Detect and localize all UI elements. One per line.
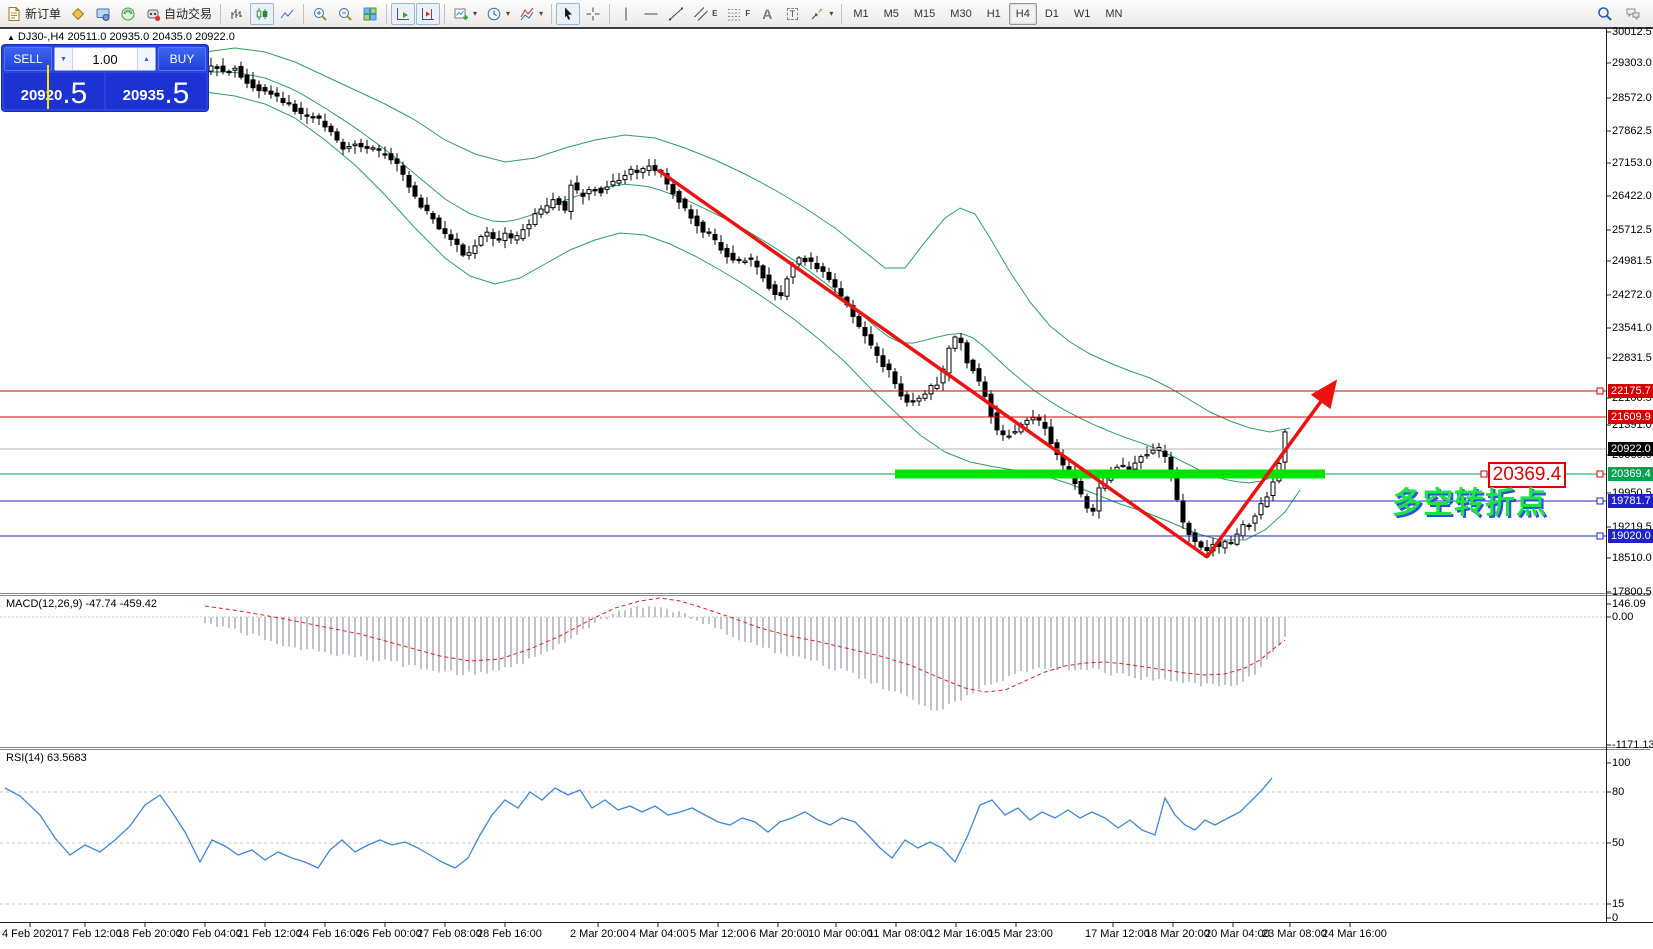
price-axis-tick: 23541.0 [1612, 322, 1652, 334]
turning-point-annotation[interactable]: 多空转折点 [1392, 478, 1547, 522]
price-axis-tick: 29303.0 [1612, 57, 1652, 69]
volume-increase-button[interactable]: ▲ [137, 48, 155, 70]
time-axis-label: 27 Feb 08:00 [417, 928, 482, 940]
price-level-label: 22175.7 [1608, 384, 1653, 398]
buy-price[interactable]: 20935.5 [106, 73, 206, 109]
time-axis-label: 20 Feb 04:00 [177, 928, 242, 940]
time-axis-label: 17 Mar 12:00 [1085, 928, 1150, 940]
buy-price-main: 20935 [123, 88, 165, 103]
macd-indicator-label: MACD(12,26,9) -47.74 -459.42 [6, 598, 157, 610]
sell-button[interactable]: SELL [4, 47, 52, 71]
time-axis-label: 20 Mar 04:00 [1205, 928, 1270, 940]
buy-price-frac: .5 [164, 82, 189, 106]
time-axis-label: 5 Mar 12:00 [690, 928, 749, 940]
time-axis-label: 4 Feb 2020 [2, 928, 58, 940]
price-axis-tick: 28572.0 [1612, 92, 1652, 104]
sell-price-main: 20920 [21, 88, 63, 103]
macd-axis-tick: -1171.13 [1612, 739, 1653, 751]
chart-title: ▲DJ30-,H4 20511.0 20935.0 20435.0 20922.… [7, 31, 235, 43]
price-axis-tick: 25712.5 [1612, 224, 1652, 236]
yellow-vertical-line [47, 65, 49, 109]
mt4-terminal-window: 新订单 自动交易 [0, 0, 1653, 949]
time-axis-label: 6 Mar 20:00 [750, 928, 809, 940]
time-axis-label: 28 Feb 16:00 [477, 928, 542, 940]
time-axis-label: 26 Feb 00:00 [357, 928, 422, 940]
price-axis-tick: 22831.5 [1612, 352, 1652, 364]
price-axis-tick: 26422.0 [1612, 190, 1652, 202]
volume-stepper: ▼ 1.00 ▲ [54, 47, 156, 71]
time-axis-label: 10 Mar 00:00 [808, 928, 873, 940]
time-axis-label: 21 Feb 12:00 [237, 928, 302, 940]
time-axis-label: 2 Mar 20:00 [570, 928, 629, 940]
chart-title-text: DJ30-,H4 20511.0 20935.0 20435.0 20922.0 [18, 31, 235, 43]
time-axis-label: 23 Mar 08:00 [1262, 928, 1327, 940]
price-level-label: 21609.9 [1608, 410, 1653, 424]
trade-prices-row: 20920.5 20935.5 [4, 73, 206, 109]
macd-axis-tick: 146.09 [1612, 598, 1646, 610]
sell-price-frac: .5 [62, 82, 87, 106]
time-axis-label: 17 Feb 12:00 [57, 928, 122, 940]
price-level-label: 19781.7 [1608, 494, 1653, 508]
price-level-label: 19020.0 [1608, 529, 1653, 543]
rsi-axis-tick: 80 [1612, 786, 1624, 798]
time-axis-label: 12 Mar 16:00 [928, 928, 993, 940]
sell-price[interactable]: 20920.5 [4, 73, 104, 109]
volume-value[interactable]: 1.00 [73, 48, 137, 70]
time-axis-label: 18 Feb 20:00 [117, 928, 182, 940]
chart-surface[interactable] [0, 0, 1653, 949]
rsi-axis-tick: 0 [1612, 912, 1618, 924]
rsi-axis-tick: 50 [1612, 837, 1624, 849]
price-axis-tick: 24272.0 [1612, 289, 1652, 301]
price-level-label: 20922.0 [1608, 442, 1653, 456]
symbol-marker-icon: ▲ [7, 33, 15, 42]
rsi-axis-tick: 100 [1612, 757, 1630, 769]
price-axis-tick: 17800.5 [1612, 586, 1652, 598]
rsi-axis-tick: 15 [1612, 898, 1624, 910]
time-axis-label: 24 Feb 16:00 [297, 928, 362, 940]
buy-button[interactable]: BUY [158, 47, 206, 71]
trade-controls-row: SELL ▼ 1.00 ▲ BUY [4, 47, 206, 71]
volume-decrease-button[interactable]: ▼ [55, 48, 73, 70]
one-click-trading-panel: SELL ▼ 1.00 ▲ BUY 20920.5 20935.5 [2, 45, 208, 111]
macd-axis-tick: 0.00 [1612, 611, 1633, 623]
time-axis-label: 15 Mar 23:00 [988, 928, 1053, 940]
price-level-label: 20369.4 [1608, 467, 1653, 481]
price-axis-tick: 27862.5 [1612, 125, 1652, 137]
time-axis-label: 18 Mar 20:00 [1145, 928, 1210, 940]
price-axis-tick: 27153.0 [1612, 157, 1652, 169]
time-axis-label: 11 Mar 08:00 [868, 928, 932, 940]
price-axis-tick: 18510.0 [1612, 552, 1652, 564]
price-axis-tick: 30012.5 [1612, 26, 1652, 38]
price-axis-tick: 24981.5 [1612, 255, 1652, 267]
rsi-indicator-label: RSI(14) 63.5683 [6, 752, 87, 764]
time-axis-label: 24 Mar 16:00 [1322, 928, 1387, 940]
time-axis-label: 4 Mar 04:00 [630, 928, 689, 940]
